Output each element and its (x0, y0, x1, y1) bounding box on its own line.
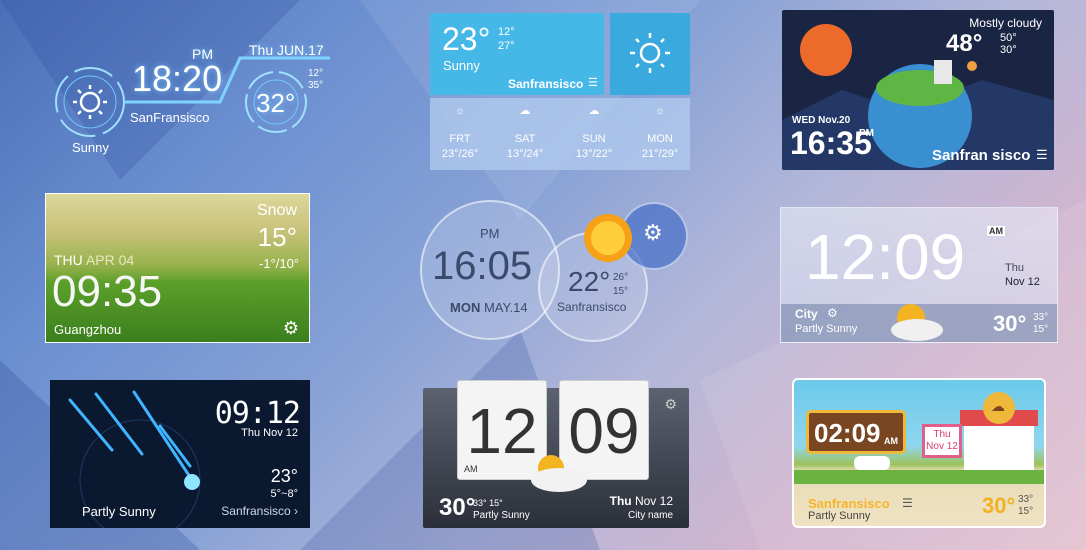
flat-condition: Sunny (443, 58, 480, 73)
field-range: -1°/10° (258, 256, 299, 271)
sun-icon (584, 214, 632, 262)
bubbles-time: 16:05 (432, 244, 533, 288)
planet-highlow: 50° 30° (1000, 32, 1017, 56)
flat-temp: 23° (442, 21, 491, 57)
field-date: THU APR 04 (54, 252, 135, 268)
cartoon-temp: 30° (982, 493, 1016, 518)
planet-condition: Mostly cloudy (969, 16, 1042, 30)
cartoon-time: 02:09 (814, 418, 881, 448)
widget-glass[interactable]: 12:09 AM Thu Nov 12 City ⚙ Partly Sunny … (780, 207, 1058, 343)
planet-pm: PM (859, 128, 874, 139)
settings-sliders-icon[interactable]: ☰ (1036, 147, 1048, 163)
field-condition: Snow (256, 202, 297, 219)
widget-hud-clock[interactable]: PM 18:20 Thu JUN.17 SanFransisco Sunny 3… (40, 30, 340, 160)
field-city: Guangzhou (54, 322, 122, 337)
planet-city: Sanfran sisco (932, 147, 1031, 164)
forecast-day: ☼ MON 21°/29° (630, 104, 690, 162)
hud-temp: 32° (256, 88, 296, 118)
flip-highlow: 33° 15° (473, 498, 503, 508)
meteor-time: 09:12 (214, 396, 301, 431)
glass-am: AM (987, 226, 1005, 236)
sun-icon: ☼ (454, 105, 466, 117)
meteor-city[interactable]: Sanfransisco › (221, 504, 298, 518)
hud-city: SanFransisco (130, 110, 210, 125)
partly-sunny-icon (531, 455, 587, 492)
field-temp: 15° (257, 222, 297, 252)
widget-meteor[interactable]: 09:12 Thu Nov 12 23° 5°~8° Partly Sunny … (50, 380, 310, 528)
gear-icon[interactable]: ⚙ (664, 396, 677, 413)
partly-cloudy-icon: ☁ (588, 105, 600, 117)
meteor-range: 5°~8° (270, 488, 298, 500)
bubbles-pm: PM (480, 226, 500, 241)
forecast-day: ☼ FRT 23°/26° (430, 104, 490, 162)
sun-icon: ☼ (654, 105, 666, 117)
cartoon-highlow: 33° 15° (1018, 494, 1034, 517)
flat-highlow: 12° 27° (498, 26, 515, 52)
hud-condition: Sunny (72, 140, 109, 155)
cartoon-calendar: Thu Nov 12 (922, 424, 962, 458)
flip-am: AM (464, 464, 478, 474)
widget-flip[interactable]: 12 09 AM ⚙ 30° 33° 15° Partly Sunny Thu … (423, 380, 689, 528)
gear-icon[interactable]: ⚙ (643, 220, 663, 246)
sun-icon (630, 33, 670, 73)
partly-sunny-icon (891, 304, 943, 341)
glass-city: City (795, 307, 818, 321)
flip-temp: 30° (439, 494, 476, 521)
widget-flat[interactable]: 23° 12° 27° Sunny Sanfransisco ☰ ☼ FRT 23°/… (430, 13, 690, 170)
meteor-date: Thu Nov 12 (241, 427, 298, 439)
flip-city: City name (627, 510, 673, 521)
planet-temp: 48° (946, 30, 983, 57)
cartoon-am: AM (884, 436, 898, 446)
gear-icon[interactable]: ⚙ (283, 318, 299, 339)
forecast-day: ☁ SAT 13°/24° (495, 104, 555, 162)
bubbles-date: MON MAY.14 (450, 300, 528, 315)
forecast-day: ☁ SUN 13°/22° (564, 104, 624, 162)
glass-highlow: 33° 15° (1033, 312, 1049, 335)
flip-condition: Partly Sunny (473, 510, 530, 521)
settings-sliders-icon[interactable]: ☰ (588, 76, 598, 89)
widget-cartoon[interactable]: 02:09 AM Thu Nov 12 ☁ Sanfransisco ☰ Part… (792, 378, 1046, 528)
glass-time: 12:09 (805, 221, 966, 293)
flat-forecast: ☼ FRT 23°/26° ☁ SAT 13°/24° ☁ SUN 13°/22° ☼ MON… (430, 98, 690, 170)
flip-date: Thu Nov 12 (609, 494, 673, 508)
flat-current-panel: 23° 12° 27° Sunny Sanfransisco ☰ (430, 13, 604, 95)
meteor-temp: 23° (270, 466, 298, 486)
bubbles-highlow: 26° 15° (613, 272, 629, 297)
meteor-condition: Partly Sunny (82, 504, 156, 519)
hud-highlow: 12° 35° (308, 68, 324, 91)
widget-field[interactable]: Snow 15° -1°/10° THU APR 04 09:35 Guangz… (45, 193, 310, 343)
gear-icon[interactable]: ⚙ (827, 306, 838, 320)
hud-date: Thu JUN.17 (249, 42, 324, 58)
glass-day: Thu (1005, 262, 1024, 274)
settings-sliders-icon[interactable]: ☰ (902, 496, 913, 510)
glass-temp: 30° (993, 311, 1027, 336)
partly-cloudy-icon: ☁ (519, 105, 531, 117)
widget-bubbles[interactable]: ⚙ PM 16:05 MON MAY.14 22° 26° 15° Sanfran… (420, 196, 690, 346)
flat-sun-tile[interactable] (610, 13, 690, 95)
cartoon-condition: Partly Sunny (808, 510, 871, 522)
glass-condition: Partly Sunny (795, 323, 858, 335)
bubbles-temp: 22° (568, 266, 611, 297)
hud-time: 18:20 (132, 58, 223, 99)
glass-date: Nov 12 (1005, 276, 1040, 288)
bubbles-city: Sanfransisco (557, 300, 627, 314)
partly-cloudy-icon: ☁ (991, 398, 1005, 414)
flat-city: Sanfransisco (508, 77, 584, 91)
cartoon-city: Sanfransisco (808, 496, 890, 511)
field-time: 09:35 (52, 267, 163, 316)
widget-planet[interactable]: Mostly cloudy 48° 50° 30° WED Nov.20 16:3… (782, 10, 1054, 170)
